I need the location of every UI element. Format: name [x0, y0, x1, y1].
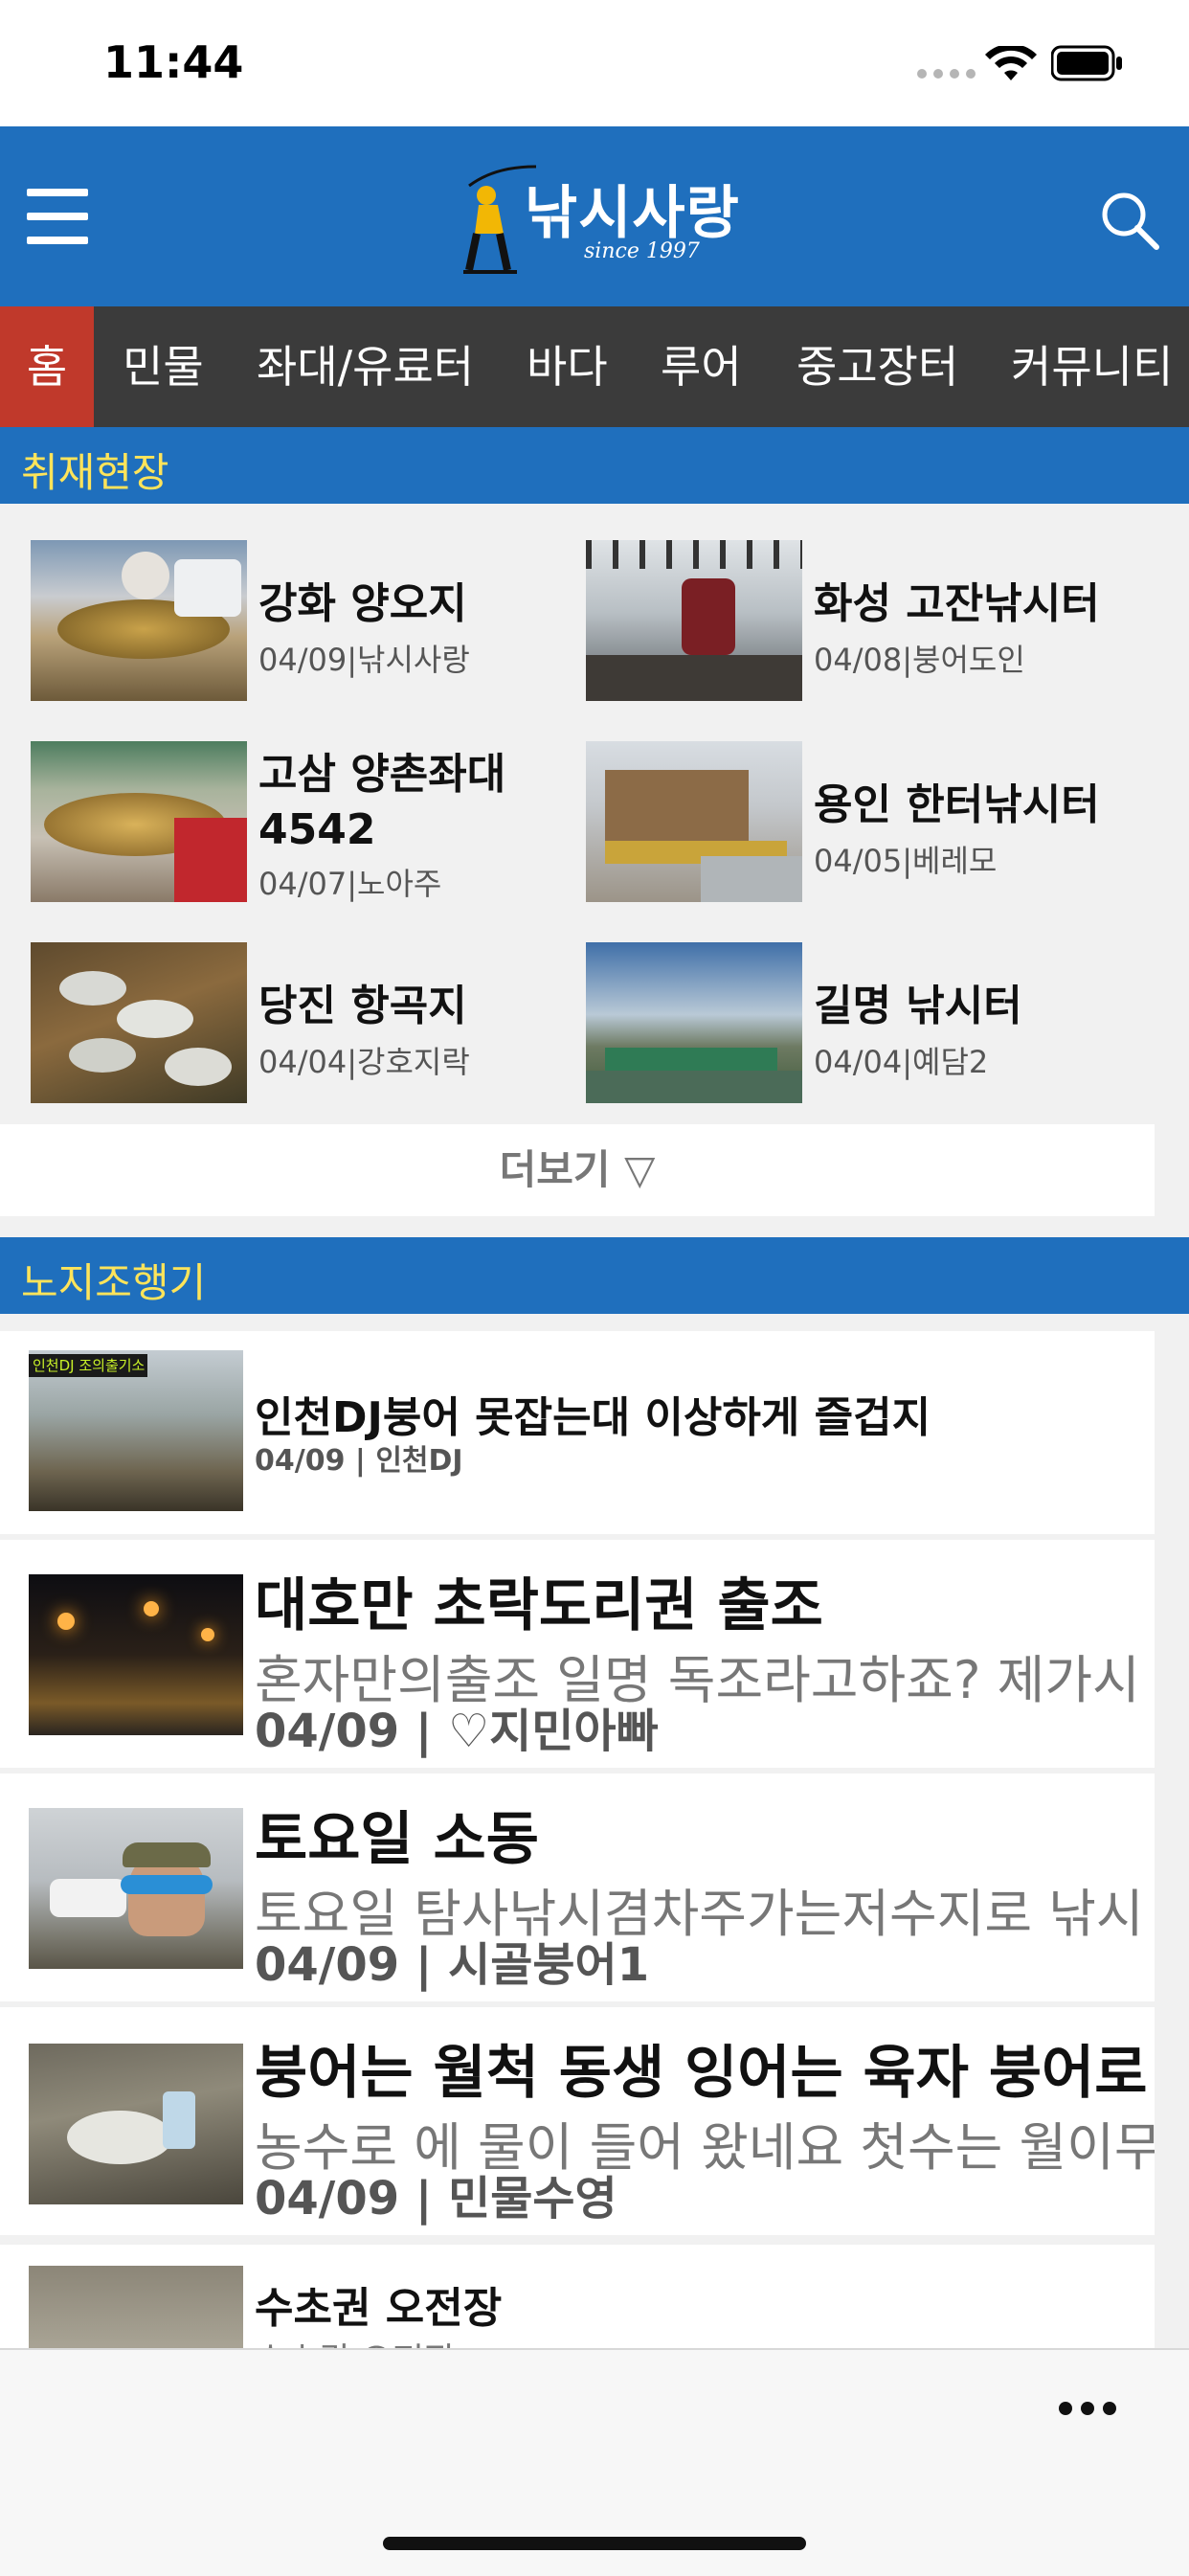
- logo-title: 낚시사랑: [525, 180, 740, 247]
- list-item[interactable]: 붕어는 월척 동생 잉어는 육자 붕어로 농수로 에 물이 들어 왔네요 첫수는…: [0, 2007, 1155, 2235]
- bottom-toolbar: [0, 2348, 1189, 2576]
- search-icon[interactable]: [1099, 190, 1160, 251]
- report-card[interactable]: 당진 항곡지 04/04|강호지락: [31, 942, 576, 1105]
- tab-lure[interactable]: 루어: [661, 306, 742, 427]
- report-card[interactable]: 용인 한터낚시터 04/05|베레모: [586, 741, 1132, 904]
- report-thumbnail: [586, 942, 802, 1103]
- thumbnail-caption: 인천DJ 조의출기소: [29, 1354, 147, 1377]
- report-card[interactable]: 고삼 양촌좌대 4542 04/07|노아주: [31, 741, 576, 904]
- post-author: 인천DJ: [375, 1444, 463, 1478]
- list-item[interactable]: 토요일 소동 토요일 탐사낚시겸차주가는저수지로 낚시 04/09 | 시골붕어…: [0, 1774, 1155, 2001]
- post-title: 인천DJ붕어 못잡는대 이상하게 즐겁지: [255, 1393, 931, 1442]
- tab-market[interactable]: 중고장터: [796, 306, 958, 427]
- report-grid: 강화 양오지 04/09|낚시사랑 화성 고잔낚시터 04/08|붕어도인 고삼…: [0, 504, 1189, 1124]
- site-logo[interactable]: 낚시사랑 since 1997: [450, 153, 747, 283]
- post-title: 수초권 오전장: [255, 2284, 503, 2333]
- status-time: 11:44: [103, 36, 244, 88]
- post-meta: 04/09 | ♡지민아빠: [255, 1705, 659, 1758]
- report-thumbnail: [31, 942, 247, 1103]
- tab-freshwater[interactable]: 민물: [123, 306, 204, 427]
- cellular-signal-icon: [917, 69, 976, 79]
- report-thumbnail: [586, 741, 802, 902]
- list-item[interactable]: 인천DJ 조의출기소 인천DJ붕어 못잡는대 이상하게 즐겁지 04/09 | …: [0, 1331, 1155, 1534]
- tab-home[interactable]: 홈: [0, 306, 94, 427]
- report-meta: 04/04|예담2: [814, 1044, 989, 1080]
- section-title: 취재현장: [21, 449, 169, 496]
- more-options-icon[interactable]: [1059, 2402, 1116, 2415]
- category-tabs: 홈 민물 좌대/유료터 바다 루어 중고장터 커뮤니티: [0, 306, 1189, 427]
- section-header-reports: 취재현장: [0, 427, 1189, 504]
- menu-icon[interactable]: [27, 189, 88, 244]
- section-title: 노지조행기: [21, 1259, 207, 1306]
- report-thumbnail: [31, 741, 247, 902]
- tab-community[interactable]: 커뮤니티: [1011, 306, 1173, 427]
- post-thumbnail: [29, 1574, 243, 1735]
- list-item[interactable]: 수초권 오전장 수초권 오전장: [0, 2245, 1155, 2360]
- report-meta: 04/05|베레모: [814, 843, 998, 879]
- report-card[interactable]: 강화 양오지 04/09|낚시사랑: [31, 540, 576, 703]
- status-bar: 11:44: [0, 0, 1189, 126]
- tab-paid-spots[interactable]: 좌대/유료터: [257, 306, 474, 427]
- post-author: ♡지민아빠: [448, 1705, 659, 1758]
- app-header: 낚시사랑 since 1997: [0, 126, 1189, 306]
- report-title: 강화 양오지: [258, 579, 467, 628]
- post-meta: 04/09 | 시골붕어1: [255, 1938, 650, 1992]
- more-button[interactable]: 더보기 ▽: [0, 1124, 1155, 1216]
- report-meta: 04/07|노아주: [258, 866, 442, 902]
- post-thumbnail: [29, 2044, 243, 2204]
- home-indicator: [383, 2537, 806, 2550]
- post-author: 민물수영: [448, 2172, 617, 2226]
- report-thumbnail: [31, 540, 247, 701]
- report-title: 화성 고잔낚시터: [814, 579, 1100, 628]
- report-meta: 04/08|붕어도인: [814, 642, 1025, 678]
- tab-sea[interactable]: 바다: [527, 306, 608, 427]
- post-thumbnail: [29, 2266, 243, 2360]
- wifi-icon: [985, 46, 1037, 80]
- report-title: 고삼 양촌좌대 4542: [258, 750, 506, 854]
- post-title: 붕어는 월척 동생 잉어는 육자 붕어로: [255, 2040, 1148, 2107]
- post-date: 04/09: [255, 1938, 400, 1992]
- report-thumbnail: [586, 540, 802, 701]
- list-item[interactable]: 대호만 초락도리권 출조 혼자만의출조 일명 독조라고하죠? 제가시 04/09…: [0, 1540, 1155, 1768]
- post-date: 04/09: [255, 2172, 400, 2226]
- report-card[interactable]: 길명 낚시터 04/04|예담2: [586, 942, 1132, 1105]
- post-author: 시골붕어1: [448, 1938, 650, 1992]
- angler-logo-icon: [463, 165, 536, 274]
- report-title: 당진 항곡지: [258, 982, 467, 1030]
- section-header-diary: 노지조행기: [0, 1237, 1189, 1314]
- report-meta: 04/09|낚시사랑: [258, 642, 470, 678]
- post-meta: 04/09 | 민물수영: [255, 2172, 617, 2226]
- post-thumbnail: [29, 1808, 243, 1969]
- post-title: 토요일 소동: [255, 1806, 539, 1873]
- battery-icon: [1051, 45, 1122, 81]
- report-card[interactable]: 화성 고잔낚시터 04/08|붕어도인: [586, 540, 1132, 703]
- post-date: 04/09: [255, 1444, 346, 1478]
- post-meta: 04/09 | 인천DJ: [255, 1444, 463, 1478]
- report-title: 길명 낚시터: [814, 982, 1022, 1030]
- report-title: 용인 한터낚시터: [814, 780, 1100, 829]
- report-meta: 04/04|강호지락: [258, 1044, 470, 1080]
- post-thumbnail: 인천DJ 조의출기소: [29, 1350, 243, 1511]
- logo-since: since 1997: [584, 239, 700, 263]
- post-title: 대호만 초락도리권 출조: [255, 1572, 823, 1639]
- post-date: 04/09: [255, 1705, 400, 1758]
